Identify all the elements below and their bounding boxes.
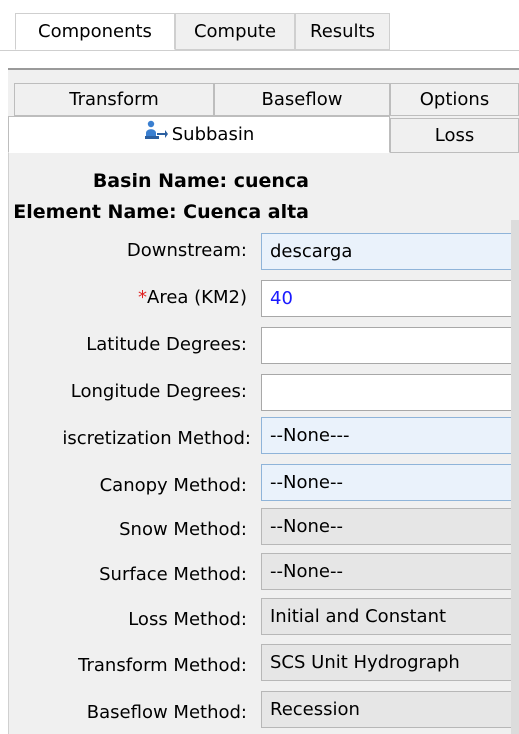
discretization-method-label: iscretization Method: — [62, 428, 251, 449]
area-label: *Area (KM2) — [138, 287, 247, 308]
vertical-scrollbar[interactable] — [511, 220, 519, 734]
tab-strip-divider — [0, 50, 519, 51]
tab-subbasin-label: Subbasin — [171, 124, 255, 145]
downstream-label: Downstream: — [126, 240, 247, 261]
latitude-label: Latitude Degrees: — [86, 334, 247, 355]
canopy-method-label: Canopy Method: — [99, 475, 247, 496]
tab-results[interactable]: Results — [295, 13, 390, 50]
surface-method-label: Surface Method: — [99, 564, 247, 585]
loss-method-select[interactable]: Initial and Constant — [261, 598, 519, 635]
canopy-method-select[interactable]: --None-- — [261, 464, 519, 501]
tab-compute[interactable]: Compute — [175, 13, 295, 50]
longitude-label: Longitude Degrees: — [70, 381, 247, 402]
loss-method-label: Loss Method: — [128, 609, 247, 630]
area-input[interactable]: 40 — [261, 280, 519, 317]
tab-baseflow[interactable]: Baseflow — [214, 83, 390, 116]
basin-name: Basin Name: cuenca — [92, 170, 309, 192]
tab-options[interactable]: Options — [390, 83, 519, 116]
snow-method-label: Snow Method: — [119, 519, 247, 540]
baseflow-method-label: Baseflow Method: — [86, 702, 247, 723]
element-name: Element Name: Cuenca alta — [13, 201, 309, 223]
downstream-select[interactable]: descarga — [261, 233, 519, 270]
top-tab-strip: Components Compute Results — [0, 0, 519, 70]
tab-subbasin[interactable]: Subbasin — [8, 116, 390, 153]
latitude-input[interactable] — [261, 327, 519, 364]
tab-components[interactable]: Components — [15, 13, 175, 50]
subbasin-icon — [144, 118, 168, 153]
surface-method-select[interactable]: --None-- — [261, 553, 519, 590]
subbasin-form: Basin Name: cuenca Element Name: Cuenca … — [8, 153, 519, 734]
discretization-method-select[interactable]: --None--- — [261, 417, 519, 454]
snow-method-select[interactable]: --None-- — [261, 508, 519, 545]
baseflow-method-select[interactable]: Recession — [261, 691, 519, 728]
tab-transform[interactable]: Transform — [14, 83, 214, 116]
tab-loss[interactable]: Loss — [390, 118, 519, 153]
longitude-input[interactable] — [261, 374, 519, 411]
transform-method-select[interactable]: SCS Unit Hydrograph — [261, 644, 519, 681]
transform-method-label: Transform Method: — [78, 655, 247, 676]
required-marker: * — [138, 287, 148, 308]
